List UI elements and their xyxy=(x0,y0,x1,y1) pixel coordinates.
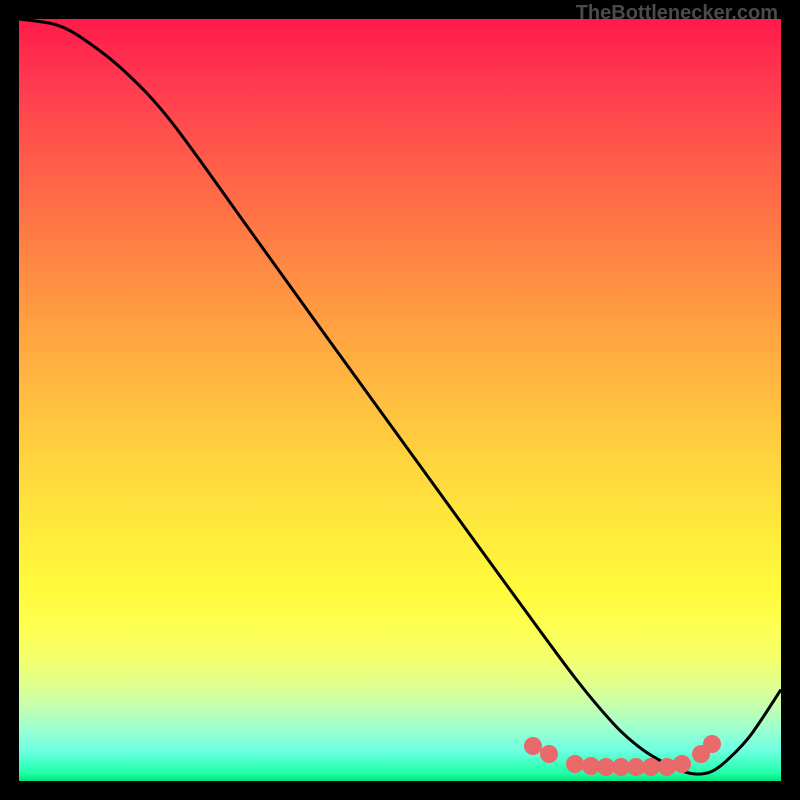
marker-dot xyxy=(673,755,691,773)
marker-dot xyxy=(703,735,721,753)
watermark-text: TheBottlenecker.com xyxy=(576,2,778,25)
bottleneck-curve xyxy=(19,19,781,781)
chart-container: TheBottlenecker.com xyxy=(0,0,800,800)
plot-area xyxy=(19,19,781,781)
marker-dot xyxy=(540,745,558,763)
